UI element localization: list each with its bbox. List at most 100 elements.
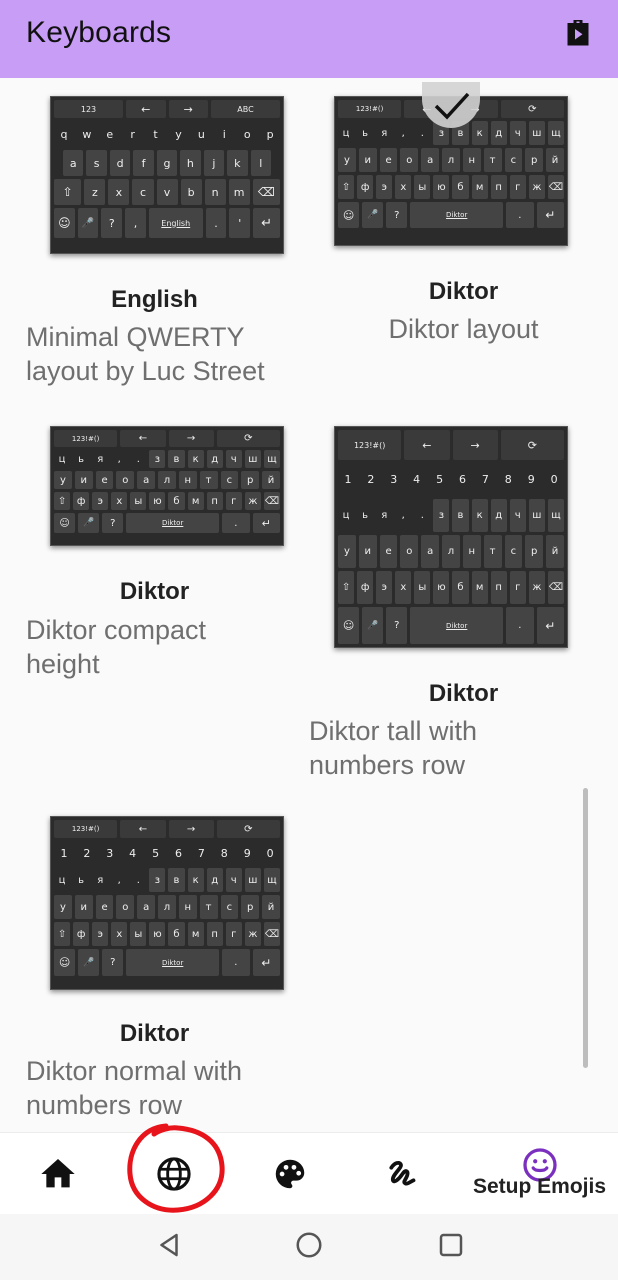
kb-key: и	[74, 471, 93, 489]
kb-key: ⇧	[54, 922, 71, 946]
kb-key: ч	[225, 868, 242, 892]
kb-key: р	[241, 895, 260, 919]
kb-key: г	[509, 571, 526, 604]
kb-key: ф	[73, 492, 90, 510]
scrollbar[interactable]	[583, 788, 588, 1068]
kb-key: ы	[414, 571, 431, 604]
keyboard-list[interactable]: 123 ← → ABC q w e r t y u i o p a s d f …	[0, 78, 618, 1132]
kb-key: →	[168, 430, 214, 447]
bottom-navigation: Setup Emojis	[0, 1132, 618, 1214]
kb-key: ☺	[338, 607, 360, 644]
kb-key: т	[199, 471, 218, 489]
keyboard-card-diktor-tall[interactable]: 123!#() ← → ⟳ 1 2 3 4 5 6 7 8 9 0 ц ь я	[309, 408, 618, 798]
back-icon[interactable]	[154, 1230, 184, 1260]
kb-key: Diktor	[410, 202, 504, 228]
kb-key: v	[156, 179, 178, 205]
kb-key: й	[546, 148, 564, 172]
kb-key: н	[178, 895, 197, 919]
kb-key: з	[433, 499, 450, 532]
kb-key: r	[130, 127, 135, 141]
kb-key: m	[228, 179, 250, 205]
kb-key: й	[546, 535, 564, 568]
kb-key: щ	[547, 499, 564, 532]
kb-key: ⌫	[263, 492, 280, 510]
keyboard-description-line: numbers row	[26, 1090, 183, 1120]
kb-key: 4	[413, 473, 421, 486]
kb-key: x	[108, 179, 130, 205]
keyboard-description-line: numbers row	[309, 750, 466, 780]
kb-key: t	[153, 127, 158, 141]
kb-key: н	[462, 535, 481, 568]
kb-key: s	[86, 150, 107, 176]
kb-key: ☺	[54, 949, 76, 976]
kb-key: ,	[117, 874, 121, 886]
kb-key: с	[220, 895, 239, 919]
kb-key: .	[506, 607, 534, 644]
kb-key: l	[250, 150, 271, 176]
kb-key: e	[106, 127, 114, 141]
kb-key: у	[54, 471, 72, 489]
kb-key: ⇧	[338, 571, 355, 604]
keyboard-description: Diktor normal with numbers row	[26, 1054, 242, 1122]
kb-key: ,	[125, 208, 146, 238]
kb-key: д	[206, 450, 223, 468]
keyboard-name: Diktor	[428, 680, 499, 707]
kb-key: 123!#()	[54, 820, 118, 838]
kb-key: q	[60, 127, 68, 141]
kb-key: о	[400, 535, 419, 568]
kb-key: ?	[102, 949, 124, 976]
kb-key: 2	[367, 473, 375, 486]
kb-key: y	[175, 127, 182, 141]
kb-key: ⟳	[500, 430, 564, 460]
kb-key: ж	[244, 492, 261, 510]
kb-key: е	[95, 895, 114, 919]
nav-themes[interactable]	[250, 1133, 330, 1215]
app-bar: Keyboards	[0, 0, 618, 78]
kb-key: 9	[527, 473, 535, 486]
keyboard-description-line: Minimal QWERTY	[26, 322, 245, 352]
store-bag-icon[interactable]	[560, 14, 596, 50]
kb-key: и	[358, 148, 377, 172]
kb-key: т	[483, 535, 502, 568]
kb-key: з	[149, 868, 166, 892]
kb-key: ⌫	[252, 179, 281, 205]
kb-key: я	[97, 453, 104, 465]
nav-gestures[interactable]	[364, 1133, 444, 1215]
kb-key: ц	[342, 127, 350, 139]
kb-key: ←	[120, 430, 166, 447]
kb-key: ф	[357, 175, 374, 199]
page-title: Keyboards	[26, 16, 172, 49]
nav-setup-emojis-label[interactable]: Setup Emojis	[473, 1175, 606, 1199]
kb-key: я	[381, 127, 388, 139]
checkmark-icon	[434, 92, 470, 120]
kb-key: b	[180, 179, 202, 205]
kb-key: е	[379, 148, 398, 172]
kb-key: ц	[342, 510, 350, 521]
kb-key: k	[227, 150, 248, 176]
keyboard-card-diktor-compact[interactable]: 123!#() ← → ⟳ ц ь я , . з в к д ч ш щ у	[0, 408, 309, 708]
kb-key: 1	[60, 846, 68, 860]
kb-key: n	[204, 179, 226, 205]
keyboard-description: Diktor tall with numbers row	[309, 714, 477, 782]
kb-key: Diktor	[126, 949, 220, 976]
kb-key: м	[187, 492, 204, 510]
kb-key: э	[376, 571, 393, 604]
kb-key: п	[206, 922, 223, 946]
kb-key: ы	[414, 175, 431, 199]
kb-key: э	[92, 492, 109, 510]
kb-key: 2	[83, 846, 91, 860]
kb-key: English	[148, 208, 203, 238]
kb-key: →	[168, 100, 208, 118]
keyboard-preview: 123 ← → ABC q w e r t y u i o p a s d f …	[50, 96, 284, 254]
kb-key: х	[111, 492, 128, 510]
keyboard-card-diktor-normal-numbers[interactable]: 123!#() ← → ⟳ 1 2 3 4 5 6 7 8 9 0 ц ь я	[0, 798, 309, 1132]
keyboard-card-english[interactable]: 123 ← → ABC q w e r t y u i o p a s d f …	[0, 78, 309, 398]
home-circle-icon[interactable]	[294, 1230, 324, 1260]
recents-icon[interactable]	[436, 1230, 466, 1260]
nav-setup-emojis[interactable]	[500, 1133, 580, 1215]
nav-home[interactable]	[18, 1133, 98, 1215]
kb-key: ←	[126, 100, 166, 118]
keyboard-name: English	[111, 286, 198, 313]
kb-key: и	[74, 895, 93, 919]
selected-badge	[422, 82, 480, 128]
